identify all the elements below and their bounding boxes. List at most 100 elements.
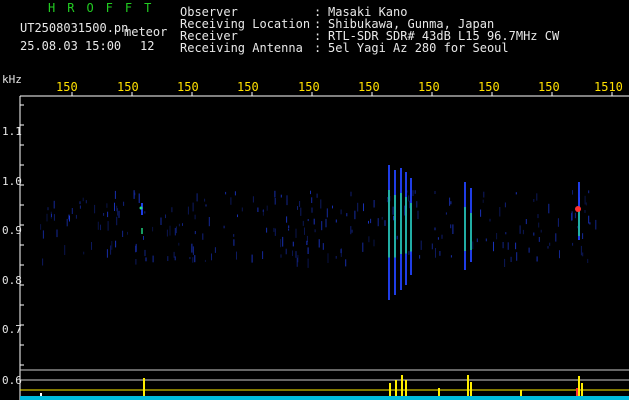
noise-speck	[107, 211, 109, 218]
noise-speck	[584, 210, 586, 213]
noise-speck	[528, 247, 530, 253]
detection-type-label: meteor	[124, 25, 168, 39]
level-bar	[20, 396, 629, 400]
noise-speck	[288, 225, 290, 228]
noise-speck	[572, 242, 574, 246]
noise-speck	[516, 252, 518, 261]
echo-band-core	[405, 197, 407, 254]
noise-speck	[178, 223, 180, 227]
file-name: UT2508031500.pn	[20, 21, 129, 35]
noise-speck	[335, 219, 337, 223]
x-tick: 150	[538, 80, 560, 94]
noise-speck	[515, 242, 517, 250]
noise-speck	[107, 221, 109, 231]
noise-speck	[419, 255, 421, 259]
noise-speck	[111, 241, 113, 250]
noise-speck	[408, 251, 410, 255]
noise-speck	[166, 229, 168, 237]
y-tick: 0.7	[2, 323, 22, 336]
noise-speck	[412, 190, 414, 196]
noise-speck	[381, 216, 383, 220]
noise-speck	[538, 222, 540, 228]
level-spike	[395, 380, 397, 396]
noise-speck	[350, 226, 352, 235]
noise-speck	[304, 227, 305, 235]
noise-speck	[362, 242, 364, 252]
noise-speck	[368, 220, 369, 224]
noise-speck	[297, 206, 298, 210]
antenna-sep: :	[314, 41, 322, 55]
noise-speck	[510, 256, 512, 262]
noise-speck	[85, 200, 87, 204]
noise-speck	[557, 218, 559, 227]
noise-speck	[316, 193, 318, 198]
noise-speck	[582, 233, 584, 239]
noise-speck	[322, 243, 324, 250]
noise-speck	[192, 202, 194, 212]
noise-speck	[138, 193, 140, 203]
echo-band-core	[388, 190, 390, 258]
noise-speck	[114, 202, 115, 211]
noise-speck	[135, 259, 137, 265]
hrofft-screen: HROFFT UT2508031500.pn meteor 25.08.03 1…	[0, 0, 629, 400]
noise-speck	[482, 199, 484, 203]
level-spike	[467, 375, 469, 396]
echo-band-core	[141, 228, 143, 234]
noise-speck	[354, 210, 356, 220]
noise-speck	[68, 214, 70, 220]
noise-speck	[42, 230, 44, 239]
noise-speck	[262, 251, 264, 259]
noise-speck	[346, 213, 348, 217]
noise-speck	[182, 223, 183, 226]
noise-speck	[555, 233, 557, 242]
noise-speck	[297, 255, 299, 263]
echo-band-core	[464, 207, 466, 251]
noise-speck	[103, 213, 105, 216]
noise-speck	[548, 203, 550, 214]
level-spike	[576, 388, 578, 396]
noise-speck	[116, 216, 118, 226]
echo-band-core	[470, 213, 472, 250]
noise-speck	[280, 194, 282, 198]
x-tick: 1510	[594, 80, 623, 94]
noise-speck	[114, 190, 116, 199]
noise-speck	[582, 252, 584, 257]
noise-speck	[127, 231, 128, 235]
noise-speck	[537, 214, 539, 219]
noise-speck	[66, 218, 68, 227]
noise-speck	[53, 200, 55, 209]
noise-speck	[313, 218, 315, 225]
noise-speck	[274, 228, 276, 236]
noise-speck	[192, 246, 194, 255]
noise-speck	[299, 201, 301, 207]
noise-speck	[368, 236, 370, 243]
level-spike	[581, 383, 583, 396]
noise-speck	[306, 235, 308, 242]
noise-speck	[106, 249, 108, 258]
noise-speck	[393, 215, 395, 221]
noise-speck	[588, 190, 590, 194]
y-tick: 0.9	[2, 224, 22, 237]
noise-speck	[332, 205, 333, 209]
noise-speck	[295, 228, 297, 238]
echo-hotspot	[139, 206, 143, 210]
noise-speck	[584, 195, 586, 205]
noise-speck	[536, 193, 538, 201]
noise-speck	[522, 229, 524, 235]
detection-count: 12	[140, 39, 155, 53]
y-tick: 0.6	[2, 374, 22, 387]
noise-speck	[307, 247, 309, 254]
noise-speck	[483, 191, 485, 198]
noise-speck	[280, 239, 282, 248]
noise-speck	[504, 202, 506, 208]
noise-speck	[417, 210, 419, 220]
noise-speck	[135, 243, 137, 252]
noise-speck	[288, 228, 290, 231]
noise-speck	[174, 256, 176, 261]
noise-speck	[280, 254, 282, 258]
noise-speck	[117, 208, 118, 216]
noise-speck	[178, 242, 180, 246]
noise-speck	[504, 258, 506, 267]
noise-speck	[325, 218, 327, 228]
noise-speck	[145, 257, 147, 262]
